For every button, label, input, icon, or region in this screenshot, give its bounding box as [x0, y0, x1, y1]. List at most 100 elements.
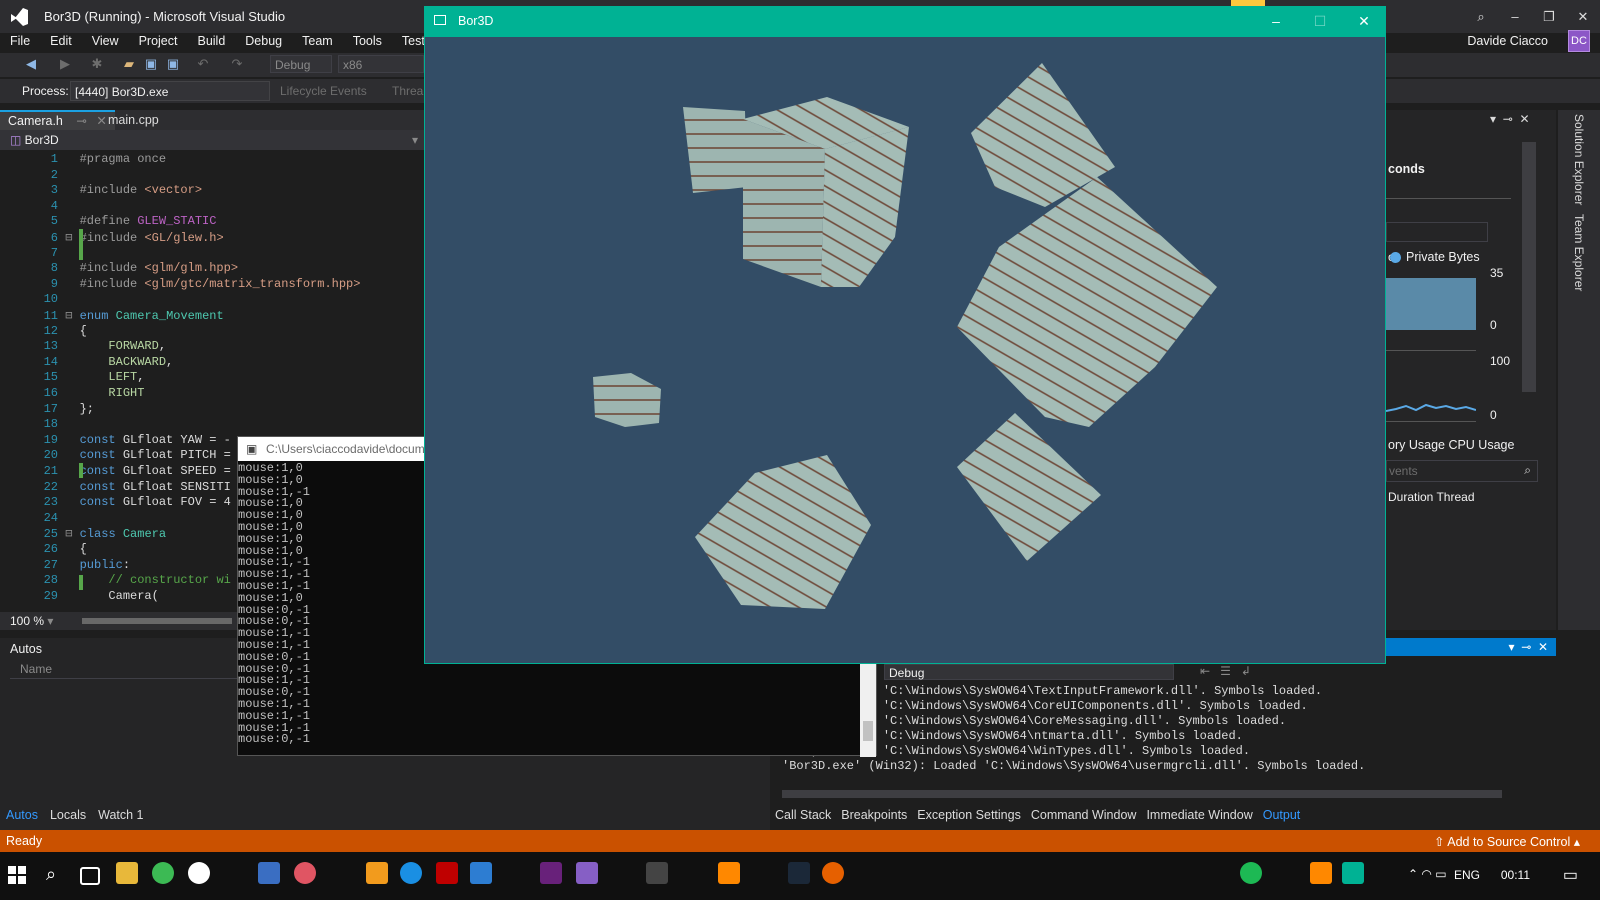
open-folder-icon[interactable]: ▰	[122, 57, 136, 71]
tab-autos[interactable]: Autos	[0, 806, 44, 824]
close-button[interactable]: ✕	[1342, 6, 1386, 36]
save-icon[interactable]: ▣	[144, 57, 158, 71]
menu-project[interactable]: Project	[129, 31, 188, 53]
fold-gutter	[58, 292, 80, 306]
tab-command-window[interactable]: Command Window	[1026, 806, 1142, 824]
menu-file[interactable]: File	[0, 31, 40, 53]
pin-icon[interactable]: ⊸	[1503, 112, 1513, 126]
app-icon[interactable]	[400, 862, 422, 884]
tab-exception-settings[interactable]: Exception Settings	[912, 806, 1026, 824]
menu-build[interactable]: Build	[187, 31, 235, 53]
pin-icon[interactable]: ⊸	[76, 114, 86, 128]
code-line: 24	[0, 511, 80, 527]
bor3d-app-icon[interactable]	[1342, 862, 1364, 884]
tab-call-stack[interactable]: Call Stack	[770, 806, 836, 824]
render-canvas[interactable]	[425, 37, 1385, 663]
vlc-icon[interactable]	[1310, 862, 1332, 884]
back-icon[interactable]: ◀	[24, 57, 38, 71]
close-button[interactable]: ✕	[1566, 0, 1600, 33]
clock[interactable]: 00:11	[1501, 868, 1530, 882]
column-name[interactable]: Name	[20, 662, 52, 676]
pin-icon[interactable]: ⊸	[1521, 640, 1531, 654]
undo-icon[interactable]: ↶	[196, 57, 210, 71]
chrome-icon[interactable]	[152, 862, 174, 884]
word-wrap-icon[interactable]: ↲	[1241, 664, 1251, 678]
menu-edit[interactable]: Edit	[40, 31, 82, 53]
redo-icon[interactable]: ↷	[230, 57, 244, 71]
lifecycle-events[interactable]: Lifecycle Events	[280, 84, 367, 98]
user-avatar[interactable]: DC	[1568, 30, 1590, 52]
visual-studio-icon[interactable]	[576, 862, 598, 884]
minimize-button[interactable]: –	[1254, 6, 1298, 36]
line-number: 20	[43, 448, 58, 463]
app-icon[interactable]	[470, 862, 492, 884]
app-icon[interactable]	[258, 862, 280, 884]
filezilla-icon[interactable]	[436, 862, 458, 884]
vlc-icon[interactable]	[718, 862, 740, 884]
tray-icons[interactable]: ⌃ ◠ ▭	[1408, 867, 1447, 881]
tab-immediate-window[interactable]: Immediate Window	[1141, 806, 1257, 824]
language-indicator[interactable]: ENG	[1454, 868, 1480, 882]
steam-icon[interactable]	[788, 862, 810, 884]
game-window[interactable]: Bor3D – ☐ ✕	[424, 6, 1386, 664]
cmd-icon[interactable]	[646, 862, 668, 884]
console-title: C:\Users\ciaccodavide\docum	[266, 442, 425, 456]
scroll-thumb[interactable]	[863, 721, 873, 741]
output-source-combo[interactable]: Debug	[884, 664, 1174, 680]
close-icon[interactable]: ✕	[1538, 640, 1548, 654]
menu-debug[interactable]: Debug	[235, 31, 292, 53]
horizontal-scrollbar[interactable]	[82, 618, 232, 624]
menu-team[interactable]: Team	[292, 31, 343, 53]
tab-watch-1[interactable]: Watch 1	[92, 806, 149, 824]
zoom-level[interactable]: 100 % ▾	[10, 614, 53, 628]
tab-solution-explorer[interactable]: Solution Explorer	[1572, 114, 1586, 205]
forward-icon[interactable]: ▶	[58, 57, 72, 71]
process-combo[interactable]: [4440] Bor3D.exe	[70, 81, 270, 101]
add-to-source-control[interactable]: ⇧ Add to Source Control ▴	[1434, 834, 1580, 849]
collapse-icon[interactable]: ⊟	[58, 527, 80, 541]
spotify-icon[interactable]	[1240, 862, 1262, 884]
horizontal-scrollbar[interactable]	[782, 790, 1502, 798]
search-icon[interactable]: ⌕	[46, 864, 56, 885]
save-all-icon[interactable]: ▣	[166, 57, 180, 71]
app-icon[interactable]	[188, 862, 210, 884]
tab-locals[interactable]: Locals	[44, 806, 92, 824]
menu-tools[interactable]: Tools	[343, 31, 392, 53]
tab-team-explorer[interactable]: Team Explorer	[1572, 214, 1586, 291]
search-icon[interactable]: ⌕	[1524, 463, 1531, 478]
dropdown-icon[interactable]: ▾	[1490, 112, 1496, 126]
maximize-button[interactable]: ☐	[1298, 6, 1342, 36]
windows-start-icon[interactable]	[8, 866, 26, 884]
firefox-icon[interactable]	[822, 862, 844, 884]
tab-output[interactable]: Output	[1258, 806, 1306, 824]
events-search-box[interactable]: vents ⌕	[1386, 460, 1538, 482]
notifications-icon[interactable]: ▭	[1563, 865, 1578, 885]
user-name[interactable]: Davide Ciacco	[1467, 34, 1548, 48]
app-icon[interactable]	[366, 862, 388, 884]
config-combo[interactable]: Debug	[270, 55, 332, 73]
minimize-button[interactable]: –	[1498, 0, 1532, 33]
close-icon[interactable]: ✕	[1519, 112, 1529, 126]
new-project-icon[interactable]: ✱	[90, 57, 104, 71]
tab-breakpoints[interactable]: Breakpoints	[836, 806, 912, 824]
visual-studio-icon[interactable]	[540, 862, 562, 884]
visual-studio-logo-icon	[11, 8, 28, 26]
timeline-ruler[interactable]	[1386, 180, 1511, 199]
vertical-scrollbar[interactable]	[1522, 142, 1536, 392]
app-icon[interactable]	[294, 862, 316, 884]
dropdown-icon[interactable]: ▾	[1509, 640, 1515, 654]
platform-combo[interactable]: x86	[338, 55, 424, 73]
file-explorer-icon[interactable]	[116, 862, 138, 884]
collapse-icon[interactable]: ⊟	[58, 231, 80, 245]
restore-button[interactable]: ❐	[1532, 0, 1566, 33]
collapse-icon[interactable]: ⊟	[58, 309, 80, 323]
search-icon[interactable]: ⌕	[1464, 0, 1498, 33]
project-nav-combo[interactable]: ◫ Bor3D ▾	[10, 132, 420, 148]
tab-camera-h[interactable]: Camera.h ⊸ ✕	[0, 110, 115, 130]
tab-main-cpp[interactable]: main.cpp	[100, 110, 167, 130]
find-message-icon[interactable]: ⇤	[1200, 664, 1210, 678]
clear-all-icon[interactable]: ☰	[1220, 664, 1231, 678]
task-view-icon[interactable]	[80, 867, 100, 885]
usage-tabs[interactable]: ory Usage CPU Usage	[1388, 438, 1514, 452]
menu-view[interactable]: View	[82, 31, 129, 53]
